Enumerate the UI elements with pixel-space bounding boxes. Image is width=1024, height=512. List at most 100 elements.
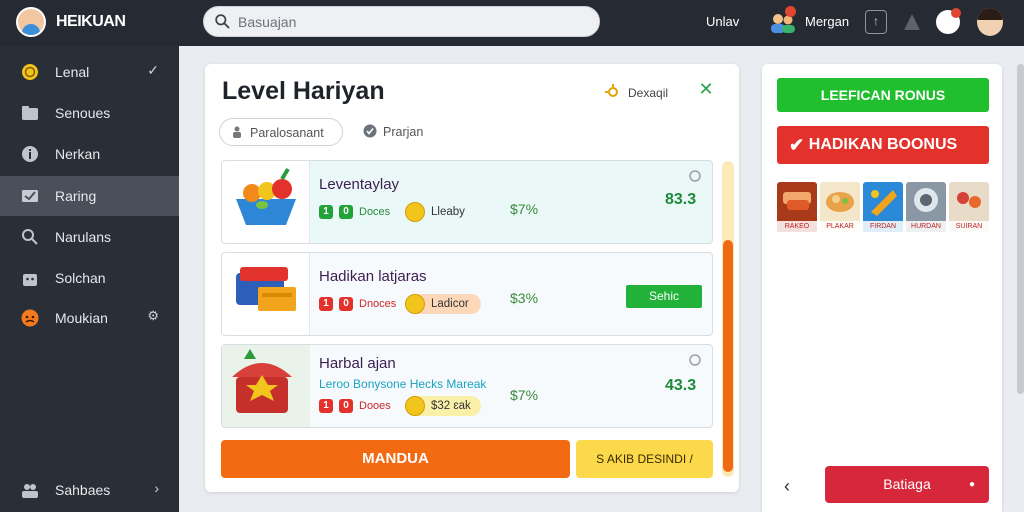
check-circle-icon [363, 124, 377, 138]
level-row[interactable]: Hadikan latjaras 1 0 Dnoces Ladicor $3% … [221, 252, 713, 336]
row-score: 83.3 [665, 191, 697, 208]
sidebar-item-solchan[interactable]: Solchan [0, 258, 179, 298]
row-thumbnail [222, 161, 310, 243]
fruit-basket-icon [236, 167, 296, 225]
badge-icon: 0 [339, 399, 353, 413]
coin-icon [405, 396, 425, 416]
search-icon [215, 14, 230, 29]
sidebar-item-sahbaes[interactable]: Sahbaes › [0, 470, 179, 510]
chip-label: Prarjan [383, 125, 424, 139]
upload-button[interactable]: ↑ [865, 10, 887, 34]
person-icon [233, 126, 241, 138]
badge-icon: 1 [319, 297, 333, 311]
reward-pill: Ladicor [405, 294, 481, 314]
logo-avatar[interactable] [16, 7, 46, 37]
reward-pill: Lleaby [405, 202, 475, 222]
refresh-icon[interactable] [688, 169, 702, 183]
profile-avatar[interactable] [977, 8, 1003, 36]
badge-text: Dooes [359, 400, 391, 412]
badge-icon: 0 [339, 205, 353, 219]
bell-icon[interactable] [901, 11, 923, 33]
sidebar-item-label: Solchan [55, 270, 106, 286]
reward-label: $32 ɛak [431, 400, 471, 412]
row-percent: $7% [510, 201, 539, 217]
header-action-button[interactable]: Dexaqil [605, 82, 677, 104]
reward-thumb[interactable]: FIRDAN [863, 182, 903, 232]
row-subtitle: Leroo Bonysone Hecks Mareak [319, 377, 487, 391]
chevron-right-icon[interactable]: › [154, 480, 159, 496]
settings-icon[interactable]: ⚙ [147, 308, 159, 324]
collapse-icon[interactable]: ✓ [147, 62, 159, 79]
search-bar[interactable] [203, 6, 600, 37]
food-icon [783, 192, 811, 210]
filter-chip[interactable]: Paralosanant [219, 118, 343, 146]
sidebar-item-label: Senoues [55, 105, 111, 121]
reward-thumb-label: HURDAN [906, 221, 946, 232]
friends-badge [785, 6, 796, 17]
top-nav-link[interactable]: Unlav [706, 14, 739, 29]
dish-icon [957, 192, 981, 208]
reward-thumb[interactable]: RAKEO [777, 182, 817, 232]
bonus-button-label: HADIKAN BOONUS [808, 136, 958, 153]
reward-thumb-label: PLAKAR [820, 221, 860, 232]
mail-check-icon [22, 190, 38, 202]
reward-thumb-label: RAKEO [777, 221, 817, 232]
chevron-left-icon[interactable]: ‹ [784, 476, 800, 496]
sidebar-item-moukian[interactable]: Moukian ⚙ [0, 298, 179, 338]
row-thumbnail [222, 253, 310, 335]
notification-icon[interactable] [936, 8, 961, 34]
sidebar-item-label: Narulans [55, 229, 112, 245]
send-button[interactable]: Sehic [626, 285, 702, 308]
reward-thumbnails: RAKEO PLAKAR FIRDAN HURDAN SUIRAN [777, 182, 989, 232]
level-panel: Level Hariyan Dexaqil ✕ Paralosanant Pra… [205, 64, 739, 492]
sun-icon [605, 84, 618, 97]
sidebar-item-lenal[interactable]: Lenal ✓ [0, 52, 179, 92]
reward-label: Lleaby [431, 206, 465, 218]
coin-icon [405, 294, 425, 314]
check-icon: ✔ [789, 135, 805, 155]
bonus-button-red[interactable]: ✔ HADIKAN BOONUS [777, 126, 989, 164]
refresh-icon[interactable] [688, 353, 702, 367]
sidebar-item-raring[interactable]: Raring [0, 176, 179, 216]
reward-thumb-label: FIRDAN [863, 221, 903, 232]
info-icon [22, 146, 38, 162]
gift-box-icon [236, 267, 296, 311]
search-input[interactable] [238, 7, 588, 36]
sidebar-item-senoues[interactable]: Senoues [0, 93, 179, 133]
reward-pill: $32 ɛak [405, 396, 481, 416]
reward-thumb[interactable]: PLAKAR [820, 182, 860, 232]
reward-label: Ladicor [431, 298, 469, 310]
folder-icon [22, 106, 38, 120]
reward-thumb-label: SUIRAN [949, 221, 989, 232]
badge-icon: 1 [319, 205, 333, 219]
row-thumbnail [222, 345, 310, 427]
dot-icon: ● [968, 479, 975, 490]
sidebar-item-label: Nerkan [55, 146, 101, 162]
primary-button[interactable]: MANDUA [221, 440, 570, 478]
bottom-action-button[interactable]: Batiaga ● [825, 466, 989, 503]
top-bar: HEIKUAN Unlav Mergan ↑ [0, 0, 1024, 46]
bonus-button-green[interactable]: LEEFICAN RONUS [777, 78, 989, 112]
reward-thumb[interactable]: SUIRAN [949, 182, 989, 232]
level-row[interactable]: Leventaylay 1 0 Doces Lleaby $7% 83.3 [221, 160, 713, 244]
page-scrollbar[interactable] [1017, 64, 1024, 394]
users-icon [22, 484, 38, 498]
row-percent: $7% [510, 387, 539, 403]
sidebar-item-narulans[interactable]: Narulans [0, 217, 179, 257]
reward-thumb[interactable]: HURDAN [906, 182, 946, 232]
user-name[interactable]: Mergan [805, 14, 849, 29]
logo-text[interactable]: HEIKUAN [56, 13, 126, 31]
scrollbar-thumb[interactable] [723, 240, 733, 472]
close-icon[interactable]: ✕ [698, 80, 714, 98]
page-title: Level Hariyan [222, 77, 385, 105]
sidebar-item-label: Raring [55, 188, 97, 204]
sidebar-item-nerkan[interactable]: Nerkan [0, 134, 179, 174]
treasure-chest-icon [222, 345, 310, 427]
chip-label: Paralosanant [250, 126, 324, 140]
sidebar-item-label: Lenal [55, 64, 90, 80]
filter-chip[interactable]: Prarjan [353, 118, 443, 146]
plate-icon [914, 188, 938, 212]
level-row[interactable]: Harbal ajan Leroo Bonysone Hecks Mareak … [221, 344, 713, 428]
secondary-button[interactable]: S AKIB DESINDI / [576, 440, 713, 478]
search-icon [22, 229, 38, 245]
